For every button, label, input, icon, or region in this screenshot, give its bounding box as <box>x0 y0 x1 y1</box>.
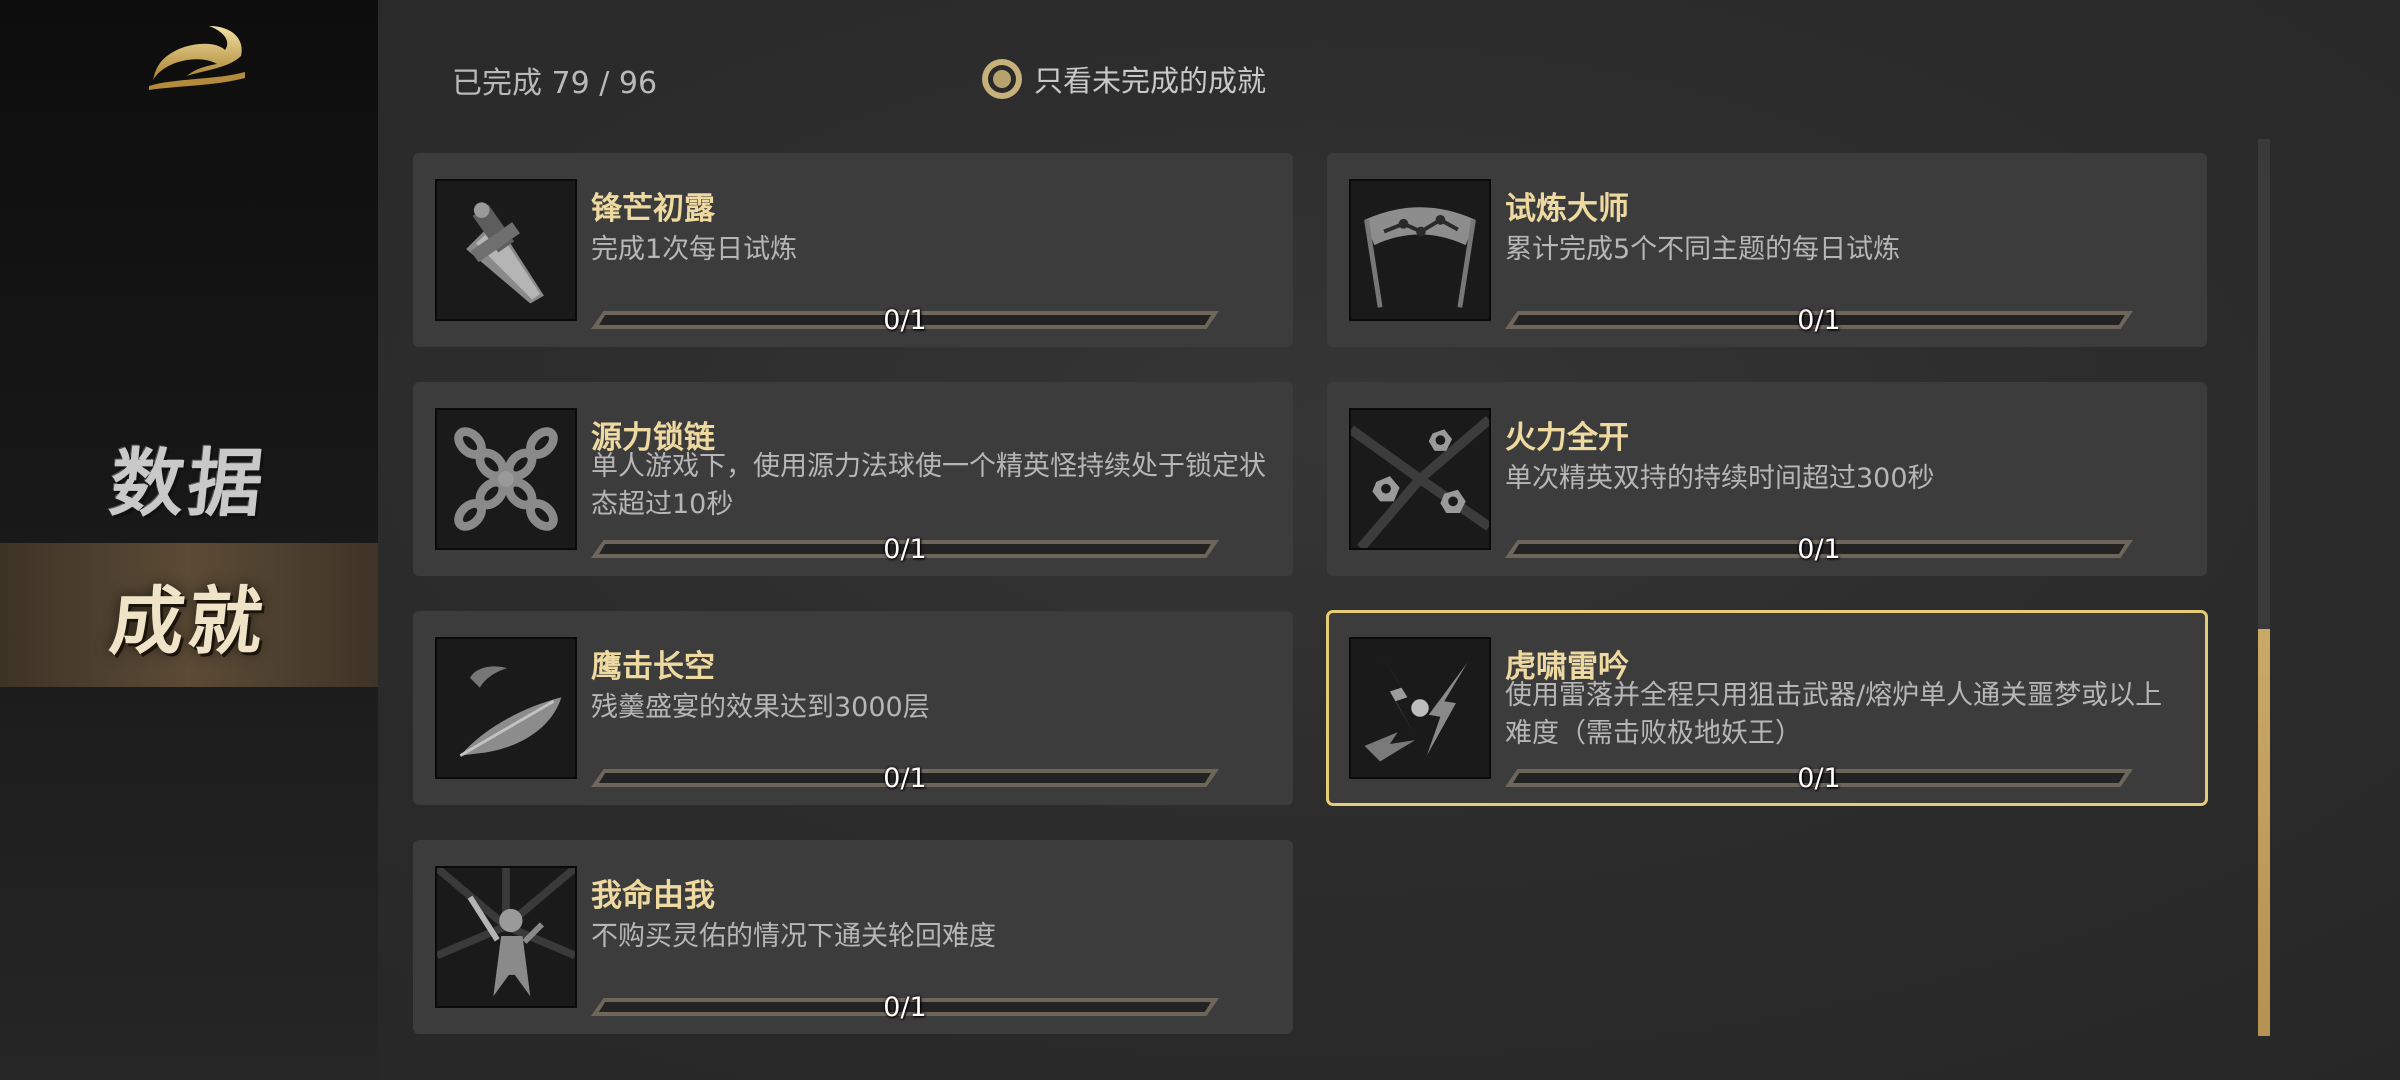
gear-burst-icon <box>1349 408 1491 550</box>
nav-item-achievements-label: 成就 <box>105 578 271 665</box>
achievement-title: 我命由我 <box>591 878 715 914</box>
achievement-card-selected[interactable]: 虎啸雷吟 使用雷落并全程只用狙击武器/熔炉单人通关噩梦或以上难度（需击败极地妖王… <box>1326 610 2208 806</box>
progress-text: 0/1 <box>883 534 927 565</box>
achievement-card[interactable]: 试炼大师 累计完成5个不同主题的每日试炼 0/1 <box>1327 153 2207 347</box>
achievements-screen: 数据 成就 已完成 79 / 96 只看未完成的成就 锋芒初露 完成1次每日试炼 <box>0 0 2400 1080</box>
progress-text: 0/1 <box>1797 305 1841 336</box>
progress-text: 0/1 <box>883 305 927 336</box>
chain-icon <box>435 408 577 550</box>
achievement-title: 鹰击长空 <box>591 649 715 685</box>
achievement-desc: 使用雷落并全程只用狙击武器/熔炉单人通关噩梦或以上难度（需击败极地妖王） <box>1505 680 2163 749</box>
progress-text: 0/1 <box>883 992 927 1023</box>
progress-text: 0/1 <box>1797 763 1841 794</box>
hero-icon <box>435 866 577 1008</box>
progress-bar: 0/1 <box>1505 763 2133 794</box>
achievement-card[interactable]: 源力锁链 单人游戏下，使用源力法球使一个精英怪持续处于锁定状态超过10秒 0/1 <box>413 382 1293 576</box>
completed-count: 已完成 79 / 96 <box>452 66 658 101</box>
nav-item-data[interactable]: 数据 <box>0 405 378 549</box>
achievement-desc: 不购买灵佑的情况下通关轮回难度 <box>591 921 996 952</box>
banner-icon <box>1349 179 1491 321</box>
achievement-desc: 累计完成5个不同主题的每日试炼 <box>1505 234 1901 265</box>
progress-bar: 0/1 <box>591 534 1219 565</box>
sword-icon <box>435 179 577 321</box>
achievement-card[interactable]: 鹰击长空 残羹盛宴的效果达到3000层 0/1 <box>413 611 1293 805</box>
progress-bar: 0/1 <box>1505 534 2133 565</box>
scrollbar-thumb[interactable] <box>2258 629 2270 1036</box>
achievement-title: 试炼大师 <box>1505 191 1629 227</box>
achievement-card[interactable]: 火力全开 单次精英双持的持续时间超过300秒 0/1 <box>1327 382 2207 576</box>
achievement-title: 锋芒初露 <box>591 191 715 227</box>
progress-bar: 0/1 <box>591 305 1219 336</box>
progress-text: 0/1 <box>883 763 927 794</box>
progress-bar: 0/1 <box>1505 305 2133 336</box>
achievement-desc: 单人游戏下，使用源力法球使一个精英怪持续处于锁定状态超过10秒 <box>591 451 1266 520</box>
feather-icon <box>435 637 577 779</box>
achievement-desc: 残羹盛宴的效果达到3000层 <box>591 692 930 723</box>
filter-incomplete-toggle[interactable]: 只看未完成的成就 <box>982 58 1266 100</box>
filter-label: 只看未完成的成就 <box>1034 64 1267 98</box>
logo-emblem[interactable] <box>145 20 250 92</box>
achievement-card[interactable]: 我命由我 不购买灵佑的情况下通关轮回难度 0/1 <box>413 840 1293 1034</box>
progress-bar: 0/1 <box>591 763 1219 794</box>
achievement-title: 火力全开 <box>1505 420 1629 456</box>
radio-checked-icon[interactable] <box>982 59 1022 99</box>
achievement-desc: 单次精英双持的持续时间超过300秒 <box>1505 463 1935 494</box>
nav-item-data-label: 数据 <box>105 440 271 527</box>
achievement-desc: 完成1次每日试炼 <box>591 234 798 265</box>
lightning-icon <box>1349 637 1491 779</box>
progress-bar: 0/1 <box>591 992 1219 1023</box>
sidebar: 数据 成就 <box>0 0 378 1080</box>
nav-item-achievements[interactable]: 成就 <box>0 543 378 687</box>
progress-text: 0/1 <box>1797 534 1841 565</box>
achievement-card[interactable]: 锋芒初露 完成1次每日试炼 0/1 <box>413 153 1293 347</box>
